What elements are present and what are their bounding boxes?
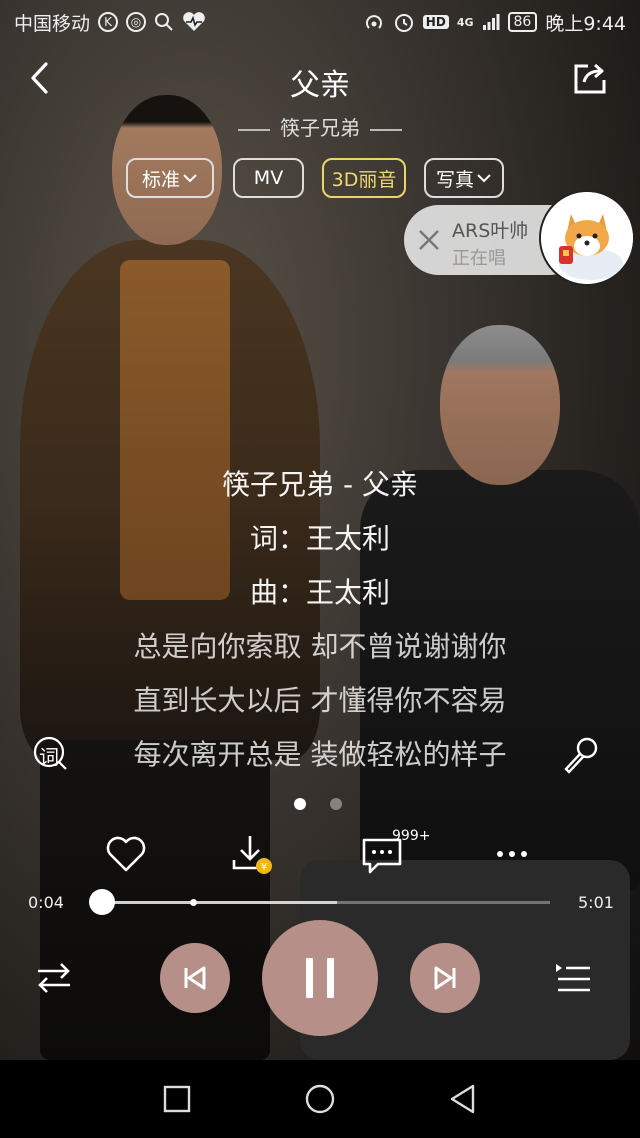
chevron-down-icon — [477, 174, 491, 183]
player-screen: 中国移动 K ◎ HD 4G 86 晚上9:44 父亲 筷子兄弟 标准 MV 3 — [0, 0, 640, 1138]
3d-audio-label: 3D丽音 — [331, 168, 397, 191]
total-time: 5:01 — [578, 893, 614, 912]
carrier-label: 中国移动 — [14, 12, 91, 35]
lyric-line: 每次离开总是 装做轻松的样子 — [133, 738, 507, 771]
mv-label: MV — [253, 167, 284, 189]
heart-rate-icon — [183, 12, 205, 31]
comment-count-badge: 999+ — [392, 828, 431, 844]
photo-button[interactable]: 写真 — [424, 158, 504, 198]
close-icon[interactable] — [416, 227, 442, 253]
pause-button[interactable] — [262, 920, 378, 1036]
status-bar-right: HD 4G 86 晚上9:44 — [363, 9, 626, 36]
share-icon[interactable] — [572, 60, 608, 96]
lyric-line: 总是向你索取 却不曾说谢谢你 — [133, 630, 507, 663]
like-heart-icon[interactable] — [102, 830, 150, 878]
alarm-icon — [394, 14, 413, 32]
progress-marker — [190, 899, 197, 906]
lyric-line: 词：王太利 — [249, 522, 390, 555]
weibo-icon: ◎ — [126, 12, 147, 32]
previous-icon — [184, 966, 206, 990]
quality-standard-label: 标准 — [141, 168, 180, 191]
progress-thumb[interactable] — [88, 889, 115, 915]
next-button[interactable] — [410, 943, 480, 1013]
status-bar: 中国移动 K ◎ HD 4G 86 晚上9:44 — [0, 0, 640, 44]
pause-icon — [306, 958, 334, 998]
song-title: 父亲 — [290, 68, 350, 103]
lyrics-toggle-button[interactable]: 词 — [32, 735, 68, 771]
page-indicator-dot-active — [294, 798, 306, 810]
recent-apps-icon[interactable] — [160, 1082, 194, 1116]
status-bar-left: 中国移动 K ◎ — [14, 9, 206, 36]
shuffle-icon[interactable] — [34, 958, 74, 998]
microphone-icon[interactable] — [560, 735, 600, 775]
3d-audio-button[interactable]: 3D丽音 — [322, 158, 406, 198]
corgi-avatar-image — [541, 192, 633, 284]
artist-photo-right-head — [440, 325, 560, 485]
next-icon — [434, 966, 456, 990]
singer-avatar[interactable] — [539, 190, 635, 286]
divider — [238, 128, 270, 131]
svg-text:¥: ¥ — [261, 862, 267, 873]
artist-photo-left-legs — [40, 740, 270, 1060]
chevron-down-icon — [183, 174, 197, 183]
lyric-line: 曲：王太利 — [249, 576, 390, 609]
previous-button[interactable] — [160, 943, 230, 1013]
more-options-icon[interactable] — [490, 830, 538, 878]
artist-name-row[interactable]: 筷子兄弟 — [0, 112, 640, 141]
singer-name: ARS叶帅 — [452, 220, 529, 242]
playlist-icon[interactable] — [554, 958, 594, 998]
lyric-line: 筷子兄弟 - 父亲 — [222, 468, 418, 501]
system-nav-bar — [0, 1060, 640, 1138]
k-icon: K — [98, 12, 119, 32]
divider — [370, 128, 402, 131]
top-nav: 父亲 — [0, 52, 640, 112]
search-icon — [155, 13, 173, 31]
quality-standard-button[interactable]: 标准 — [126, 158, 214, 198]
photo-label: 写真 — [435, 168, 474, 191]
progress-buffer — [96, 901, 337, 904]
clock: 晚上9:44 — [545, 12, 626, 35]
nav-back-icon[interactable] — [446, 1082, 480, 1116]
network-label: 4G — [456, 15, 474, 29]
singing-status: 正在唱 — [452, 248, 506, 269]
artist-name[interactable]: 筷子兄弟 — [280, 116, 360, 140]
lyric-line: 直到长大以后 才懂得你不容易 — [133, 684, 507, 717]
signal-icon — [482, 14, 499, 30]
page-indicator-dot — [330, 798, 342, 810]
home-icon[interactable] — [303, 1082, 337, 1116]
hotspot-icon — [365, 15, 382, 29]
download-icon[interactable]: ¥ — [228, 830, 276, 878]
current-time: 0:04 — [28, 893, 64, 912]
lyrics-icon-glyph: 词 — [39, 745, 59, 769]
mv-button[interactable]: MV — [233, 158, 304, 198]
battery-indicator: 86 — [507, 12, 538, 32]
hd-badge: HD — [422, 15, 449, 29]
